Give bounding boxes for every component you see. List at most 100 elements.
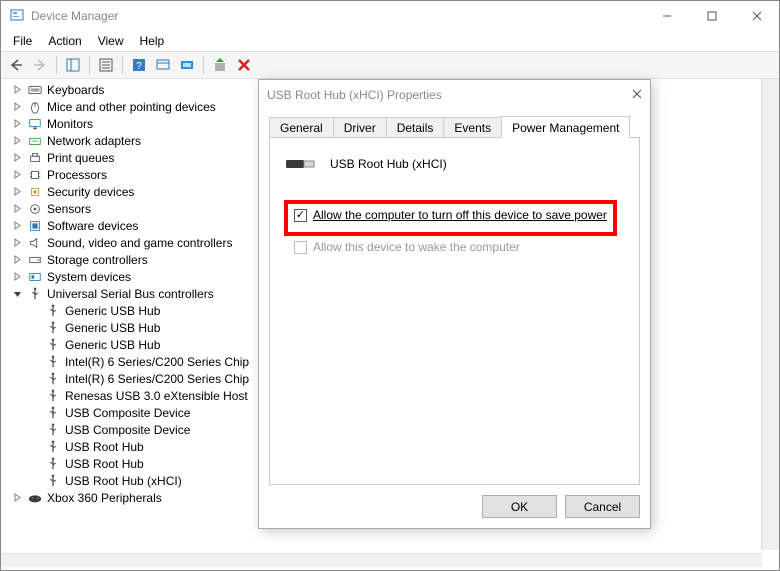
- close-button[interactable]: [734, 1, 779, 31]
- menubar: File Action View Help: [1, 31, 779, 51]
- app-icon: [9, 8, 25, 24]
- tree-item-label: USB Composite Device: [65, 423, 190, 437]
- usb-icon: [45, 320, 61, 336]
- tree-item-label: Xbox 360 Peripherals: [47, 491, 162, 505]
- usb-icon: [45, 439, 61, 455]
- tab-power-management[interactable]: Power Management: [501, 116, 630, 138]
- titlebar: Device Manager: [1, 1, 779, 31]
- menu-view[interactable]: View: [90, 32, 132, 50]
- show-hide-tree-button[interactable]: [62, 54, 84, 76]
- expand-icon[interactable]: [11, 152, 23, 164]
- maximize-button[interactable]: [689, 1, 734, 31]
- tree-item-label: Print queues: [47, 151, 114, 165]
- tree-item-label: Keyboards: [47, 83, 104, 97]
- usb-icon: [45, 354, 61, 370]
- show-hidden-button[interactable]: [176, 54, 198, 76]
- tree-item-label: Storage controllers: [47, 253, 148, 267]
- tree-item-label: Generic USB Hub: [65, 304, 160, 318]
- tab-events[interactable]: Events: [443, 117, 502, 137]
- menu-file[interactable]: File: [5, 32, 40, 50]
- usb-icon: [45, 473, 61, 489]
- tree-item-label: System devices: [47, 270, 131, 284]
- back-button[interactable]: [5, 54, 27, 76]
- expand-icon[interactable]: [11, 101, 23, 113]
- tree-item-label: Generic USB Hub: [65, 338, 160, 352]
- usb-icon: [45, 371, 61, 387]
- toolbar-separator: [56, 56, 57, 74]
- dialog-titlebar[interactable]: USB Root Hub (xHCI) Properties: [259, 80, 650, 110]
- tree-item-label: Network adapters: [47, 134, 141, 148]
- tree-item-label: Sound, video and game controllers: [47, 236, 232, 250]
- expand-icon[interactable]: [11, 220, 23, 232]
- forward-button[interactable]: [29, 54, 51, 76]
- menu-help[interactable]: Help: [132, 32, 173, 50]
- minimize-button[interactable]: [644, 1, 689, 31]
- keyboard-icon: [27, 82, 43, 98]
- printer-icon: [27, 150, 43, 166]
- checkbox-allow-wake-label: Allow this device to wake the computer: [313, 240, 520, 254]
- uninstall-button[interactable]: [233, 54, 255, 76]
- tree-item-label: Universal Serial Bus controllers: [47, 287, 214, 301]
- usb-device-icon: [284, 152, 316, 176]
- scan-button[interactable]: [152, 54, 174, 76]
- toolbar-separator: [203, 56, 204, 74]
- tab-driver[interactable]: Driver: [333, 117, 387, 137]
- expand-icon[interactable]: [11, 254, 23, 266]
- security-icon: [27, 184, 43, 200]
- mouse-icon: [27, 99, 43, 115]
- cancel-button[interactable]: Cancel: [565, 495, 640, 518]
- network-icon: [27, 133, 43, 149]
- menu-action[interactable]: Action: [40, 32, 89, 50]
- tree-item-label: USB Root Hub (xHCI): [65, 474, 182, 488]
- collapse-icon[interactable]: [11, 288, 23, 300]
- expand-icon[interactable]: [11, 203, 23, 215]
- tree-item-label: Intel(R) 6 Series/C200 Series Chip: [65, 372, 249, 386]
- tree-item-label: Software devices: [47, 219, 138, 233]
- usb-icon: [45, 456, 61, 472]
- storage-icon: [27, 252, 43, 268]
- expand-icon[interactable]: [11, 237, 23, 249]
- tree-item-label: USB Composite Device: [65, 406, 190, 420]
- system-icon: [27, 269, 43, 285]
- properties-button[interactable]: [95, 54, 117, 76]
- monitor-icon: [27, 116, 43, 132]
- vertical-scrollbar[interactable]: [762, 79, 779, 550]
- tree-item-label: Mice and other pointing devices: [47, 100, 216, 114]
- expand-icon[interactable]: [11, 135, 23, 147]
- expand-icon[interactable]: [11, 84, 23, 96]
- highlight-box: Allow the computer to turn off this devi…: [284, 200, 617, 236]
- controller-icon: [27, 490, 43, 506]
- expand-icon[interactable]: [11, 492, 23, 504]
- checkbox-allow-wake: [294, 241, 307, 254]
- toolbar-separator: [89, 56, 90, 74]
- usb-icon: [45, 303, 61, 319]
- dialog-close-button[interactable]: [612, 88, 642, 102]
- checkbox-allow-power-off-label[interactable]: Allow the computer to turn off this devi…: [313, 208, 607, 222]
- tab-details[interactable]: Details: [386, 117, 445, 137]
- ok-button[interactable]: OK: [482, 495, 557, 518]
- software-icon: [27, 218, 43, 234]
- usb-icon: [45, 405, 61, 421]
- sensor-icon: [27, 201, 43, 217]
- help-button[interactable]: ?: [128, 54, 150, 76]
- expand-icon[interactable]: [11, 118, 23, 130]
- properties-dialog: USB Root Hub (xHCI) Properties General D…: [258, 79, 651, 529]
- expand-icon[interactable]: [11, 186, 23, 198]
- expand-icon[interactable]: [11, 271, 23, 283]
- update-driver-button[interactable]: [209, 54, 231, 76]
- tree-item-label: Sensors: [47, 202, 91, 216]
- dialog-title: USB Root Hub (xHCI) Properties: [267, 88, 612, 102]
- cpu-icon: [27, 167, 43, 183]
- svg-text:?: ?: [136, 61, 142, 72]
- dialog-device-name: USB Root Hub (xHCI): [330, 157, 447, 171]
- expand-icon[interactable]: [11, 169, 23, 181]
- toolbar: ?: [1, 51, 779, 79]
- window-title: Device Manager: [31, 9, 118, 23]
- tab-page-power: USB Root Hub (xHCI) Allow the computer t…: [269, 138, 640, 485]
- sound-icon: [27, 235, 43, 251]
- tree-item-label: Intel(R) 6 Series/C200 Series Chip: [65, 355, 249, 369]
- checkbox-allow-power-off[interactable]: [294, 209, 307, 222]
- tab-general[interactable]: General: [269, 117, 334, 137]
- tree-item-label: Generic USB Hub: [65, 321, 160, 335]
- tree-item-label: Monitors: [47, 117, 93, 131]
